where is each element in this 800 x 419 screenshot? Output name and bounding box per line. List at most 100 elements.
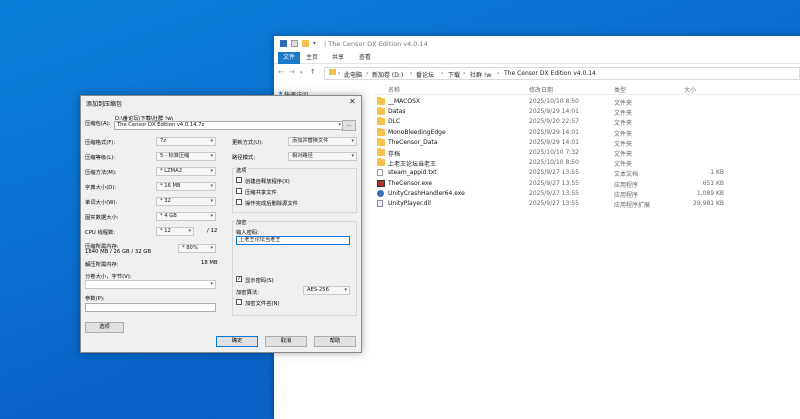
folder-icon xyxy=(377,107,385,116)
file-name: UnityPlayer.dll xyxy=(388,200,431,207)
file-row[interactable]: steam_appid.txt 2025/9/27 13:55 文本文档 1 KB xyxy=(374,168,800,178)
breadcrumb-separator: › xyxy=(338,70,341,77)
tab-share[interactable]: 共享 xyxy=(332,52,344,64)
close-icon[interactable]: ✕ xyxy=(349,97,356,106)
file-row[interactable]: 上老王论坛当老王 2025/10/10 8:50 文件夹 xyxy=(374,158,800,168)
file-row[interactable]: UnityCrashHandler64.exe 2025/9/27 13:55 应用… xyxy=(374,189,800,199)
column-size[interactable]: 大小 xyxy=(684,85,696,94)
delete-after-checkbox[interactable] xyxy=(236,199,242,205)
tab-view[interactable]: 查看 xyxy=(359,52,371,64)
level-select[interactable]: 5 - 标准压缩 ▾ xyxy=(156,152,216,161)
chevron-down-icon: ▾ xyxy=(338,122,341,128)
file-row[interactable]: __MACOSX 2025/10/10 8:50 文件夹 xyxy=(374,97,800,107)
breadcrumb-drive[interactable]: 新加卷 (D:) xyxy=(372,70,403,79)
show-password-checkbox[interactable]: ✓ xyxy=(236,276,242,282)
file-date: 2025/9/27 13:55 xyxy=(529,169,579,177)
file-type: 文件夹 xyxy=(614,120,633,128)
decomp-label: 解压所需内存: xyxy=(85,262,119,268)
ok-button[interactable]: 确定 xyxy=(216,336,258,347)
header-divider xyxy=(374,94,800,95)
file-date: 2025/10/10 8:50 xyxy=(529,98,579,105)
file-date: 2025/9/29 14:01 xyxy=(529,138,579,146)
quick-access-icon[interactable] xyxy=(280,40,287,47)
cpu-select[interactable]: * 12 ▾ xyxy=(156,227,194,236)
column-name[interactable]: 名称 xyxy=(388,85,400,94)
archive-name-input[interactable]: The Censor DX Edition v4.0.14.7z ▾ xyxy=(114,121,344,130)
chevron-down-icon: ▾ xyxy=(188,228,191,234)
file-row[interactable]: DLC 2025/9/20 22:57 文件夹 xyxy=(374,117,800,127)
properties-icon[interactable] xyxy=(291,40,298,47)
password-input[interactable]: 上老王论坛当老王 xyxy=(236,236,350,245)
forward-arrow-icon[interactable]: → xyxy=(289,68,295,76)
file-date: 2025/9/27 13:55 xyxy=(529,179,579,187)
update-select[interactable]: 添加并替换文件 ▾ xyxy=(288,137,357,146)
breadcrumb-this-pc[interactable]: 此电脑 xyxy=(344,70,362,79)
folder-icon xyxy=(377,117,385,126)
file-row[interactable]: 存档 2025/10/10 7:32 文件夹 xyxy=(374,148,800,158)
options-group-title: 选项 xyxy=(235,166,248,174)
mem-percent-select[interactable]: * 80% ▾ xyxy=(178,244,216,253)
cancel-button[interactable]: 取消 xyxy=(265,336,307,347)
dll-file-icon xyxy=(377,200,383,207)
column-date[interactable]: 修改日期 xyxy=(529,85,553,94)
file-size: 651 KB xyxy=(702,179,724,187)
options-button[interactable]: 选项 xyxy=(85,322,124,333)
chevron-down-icon: ▾ xyxy=(351,153,354,159)
file-size: 1 KB xyxy=(710,169,724,177)
file-name: TheCensor.exe xyxy=(388,179,433,187)
file-row[interactable]: TheCensor_Data 2025/9/29 14:01 文件夹 xyxy=(374,137,800,148)
file-type: 文件夹 xyxy=(614,151,633,158)
breadcrumb-separator: › xyxy=(497,70,500,77)
column-type[interactable]: 类型 xyxy=(614,85,626,94)
params-input[interactable] xyxy=(85,303,216,312)
file-date: 2025/9/29 14:01 xyxy=(529,108,579,116)
word-select[interactable]: * 32 ▾ xyxy=(156,197,216,206)
folder-icon xyxy=(329,69,336,75)
breadcrumb-separator: › xyxy=(441,70,444,77)
tab-file[interactable]: 文件 xyxy=(278,52,300,64)
solid-select[interactable]: * 4 GB ▾ xyxy=(156,212,216,221)
file-row[interactable]: Datas 2025/9/29 14:01 文件夹 xyxy=(374,107,800,117)
up-arrow-icon[interactable]: ↑ xyxy=(310,68,316,76)
format-select[interactable]: 7z ▾ xyxy=(156,137,216,146)
breadcrumb-current[interactable]: The Censor DX Edition v4.0.14 xyxy=(504,70,596,77)
file-name: steam_appid.txt xyxy=(388,169,437,177)
file-row[interactable]: TheCensor.exe 2025/9/27 13:55 应用程序 651 KB xyxy=(374,179,800,189)
ribbon xyxy=(274,52,800,64)
file-type: 文件夹 xyxy=(614,140,633,148)
file-row[interactable]: UnityPlayer.dll 2025/9/27 13:55 应用程序扩展 29,9… xyxy=(374,199,800,209)
file-name: __MACOSX xyxy=(388,98,421,105)
update-label: 更新方式(U): xyxy=(232,140,263,146)
split-select[interactable]: ▾ xyxy=(85,280,216,289)
tab-home[interactable]: 主页 xyxy=(306,52,318,64)
chevron-down-icon: ▾ xyxy=(210,213,213,219)
path-mode-select[interactable]: 相对路径 ▾ xyxy=(288,152,357,161)
recent-chevron-icon[interactable]: ▾ xyxy=(300,70,303,76)
browse-button[interactable]: ... xyxy=(342,120,356,131)
customize-chevron-icon[interactable]: ▾ xyxy=(313,40,320,47)
method-label: 压缩方法(M): xyxy=(85,170,117,176)
back-arrow-icon[interactable]: ← xyxy=(278,68,284,76)
new-folder-icon[interactable] xyxy=(302,40,309,47)
folder-icon xyxy=(377,97,385,105)
cpu-label: CPU 线程数: xyxy=(85,230,116,236)
file-row[interactable]: MonoBleedingEdge 2025/9/29 14:01 文件夹 xyxy=(374,127,800,138)
breadcrumb-forum[interactable]: 番论坛 xyxy=(416,70,434,79)
file-type: 文件夹 xyxy=(614,110,633,118)
shared-files-checkbox[interactable] xyxy=(236,188,242,194)
sfx-checkbox[interactable] xyxy=(236,177,242,183)
dict-select[interactable]: * 16 MB ▾ xyxy=(156,182,216,191)
encrypt-names-checkbox[interactable] xyxy=(236,299,242,305)
chevron-down-icon: ▾ xyxy=(351,138,354,144)
breadcrumb-download[interactable]: 下载 xyxy=(448,70,460,79)
method-select[interactable]: * LZMA2 ▾ xyxy=(156,167,216,176)
help-button[interactable]: 帮助 xyxy=(314,336,356,347)
breadcrumb-community[interactable]: 社群 !w xyxy=(470,70,491,79)
archive-label: 压缩包(A): xyxy=(85,121,111,127)
file-date: 2025/9/27 13:55 xyxy=(529,200,579,207)
file-name: 存档 xyxy=(388,151,401,158)
folder-icon xyxy=(377,158,385,167)
chevron-down-icon: ▾ xyxy=(210,198,213,204)
encryption-method-select[interactable]: AES-256 ▾ xyxy=(303,286,350,295)
split-label: 分卷大小，字节(V): xyxy=(85,274,132,280)
